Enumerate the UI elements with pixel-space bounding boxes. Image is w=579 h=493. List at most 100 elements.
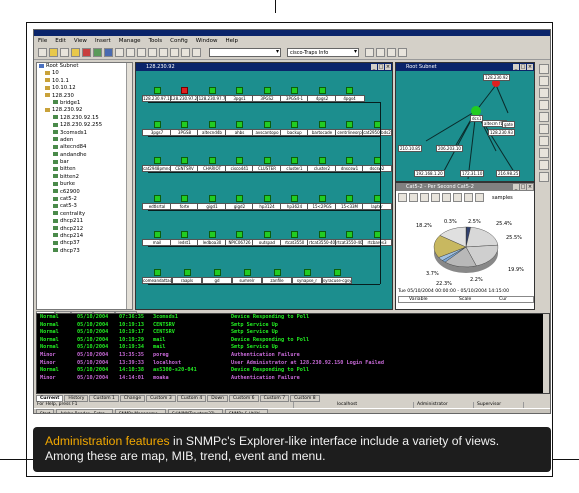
map-node[interactable]: NPIC06726 — [224, 231, 255, 247]
trend-pie-window[interactable]: Cat5-2 - Per Second Cat5-2 _ □ × samples… — [395, 182, 535, 310]
home-icon[interactable] — [192, 48, 201, 57]
tree-item[interactable]: bar — [37, 159, 132, 166]
tree-item[interactable]: bitten2 — [37, 174, 132, 181]
root-node-128-230-92[interactable]: 128.230.92 — [483, 74, 510, 81]
map-node[interactable]: cat2950-bds2 — [362, 121, 392, 137]
map-node[interactable]: 3PGS2 — [252, 87, 282, 103]
menu-item-manage[interactable]: Manage — [119, 38, 141, 44]
map-node[interactable]: 3PGS8 — [169, 121, 200, 137]
back-arrow-icon[interactable] — [159, 48, 168, 57]
map-node[interactable]: 128.230.97.190 — [142, 87, 172, 103]
node-icon[interactable] — [539, 112, 549, 122]
map-node[interactable]: ledboa30 — [197, 231, 227, 247]
tree-item[interactable]: bitten — [37, 166, 132, 173]
bar-chart-icon[interactable] — [442, 193, 451, 202]
event-tab[interactable]: Custom 7 — [259, 395, 290, 402]
paste-icon[interactable] — [137, 48, 146, 57]
zoom-out-icon[interactable] — [539, 76, 549, 86]
zoom-icon[interactable] — [148, 48, 157, 57]
event-tab[interactable]: Custom 4 — [176, 395, 207, 402]
link-icon[interactable] — [539, 100, 549, 110]
tree-item[interactable]: cat5-2 — [37, 196, 132, 203]
address-combo[interactable] — [209, 48, 281, 57]
print-icon[interactable] — [409, 193, 418, 202]
tree-item[interactable]: 3comsds1 — [37, 130, 132, 137]
copy-icon[interactable] — [126, 48, 135, 57]
tree-scrollbar[interactable] — [126, 63, 132, 309]
taskbar-button[interactable]: C:\WINNT\system32\... — [167, 409, 223, 413]
map-node[interactable]: rtcbares3 — [362, 231, 392, 247]
col-cur[interactable]: Cur — [499, 297, 529, 302]
map-node[interactable]: ahbs — [224, 121, 255, 137]
tree-item[interactable]: c62900 — [37, 189, 132, 196]
map-node[interactable]: cisco441 — [224, 157, 255, 173]
map-window[interactable]: 128.230.92 _ □ × 128.230.97.190 128.230.9… — [135, 62, 393, 310]
menu-item-window[interactable]: Window — [196, 38, 218, 44]
pie-chart-icon[interactable] — [431, 193, 440, 202]
root-node-206-203-10[interactable]: 206.203.10 — [436, 145, 463, 152]
image-icon[interactable] — [539, 148, 549, 158]
menu-item-edit[interactable]: Edit — [55, 38, 66, 44]
map-node[interactable]: gd — [202, 269, 232, 285]
menu-item-help[interactable]: Help — [225, 38, 238, 44]
tree-item[interactable]: dhcp214 — [37, 233, 132, 240]
map-node[interactable]: mail — [142, 231, 172, 247]
selection-tree[interactable]: Root Subnet 10 10.1.1 10.10.12 128.230 bridge… — [36, 62, 133, 310]
map-node[interactable]: zanfile — [262, 269, 292, 285]
menu-item-view[interactable]: View — [74, 38, 87, 44]
col-scale[interactable]: Scale — [459, 297, 499, 302]
subnet-icon[interactable] — [539, 124, 549, 134]
map-node[interactable]: raapls — [172, 269, 202, 285]
settings-icon[interactable] — [398, 48, 407, 57]
close-icon[interactable]: × — [527, 184, 533, 190]
select-icon[interactable] — [539, 88, 549, 98]
minimize-icon[interactable]: _ — [513, 184, 519, 190]
event-tab[interactable]: Custom 6 — [229, 395, 259, 402]
map-node[interactable]: gigd2 — [224, 195, 255, 211]
map-node[interactable]: 3pgs1 — [224, 87, 255, 103]
minimize-icon[interactable]: _ — [371, 64, 377, 70]
event-row[interactable]: Normal 05/10/2004 10:19:29 mail Device Respo… — [37, 337, 549, 345]
layout-icon[interactable] — [539, 172, 549, 182]
close-icon[interactable]: × — [385, 64, 391, 70]
menu-item-insert[interactable]: Insert — [95, 38, 111, 44]
event-tab[interactable]: Custom 1 — [89, 395, 119, 402]
tree-item[interactable]: dhcp212 — [37, 226, 132, 233]
tree-item[interactable]: 10 — [37, 70, 132, 77]
event-tab[interactable]: Current — [36, 395, 64, 402]
lock-icon[interactable] — [71, 48, 80, 57]
root-node-128-230-93[interactable]: 128.230.93 — [488, 129, 515, 136]
tree-item[interactable]: 10.1.1 — [37, 78, 132, 85]
tree-item[interactable]: dhcp37 — [37, 240, 132, 247]
up-icon[interactable] — [181, 48, 190, 57]
map-node[interactable]: rtcat3550-40 — [307, 231, 337, 247]
chart-type-icon[interactable] — [420, 193, 429, 202]
line-chart-icon[interactable] — [453, 193, 462, 202]
zoom-in-icon[interactable] — [539, 64, 549, 74]
menu-item-tools[interactable]: Tools — [149, 38, 163, 44]
tree-item[interactable]: andandhe — [37, 152, 132, 159]
map-node[interactable]: 128.230.97.7 — [197, 87, 227, 103]
tree-item[interactable]: aden — [37, 137, 132, 144]
tree-item[interactable]: 128.230.92.15 — [37, 115, 132, 122]
map-node[interactable]: dnscsw1 — [334, 157, 365, 173]
maximize-icon[interactable]: □ — [378, 64, 384, 70]
options-icon[interactable] — [475, 193, 484, 202]
map-node[interactable]: CHARIOT — [197, 157, 227, 173]
map-node[interactable]: syracuse-cgsyh7 — [322, 269, 352, 285]
discover-icon[interactable] — [104, 48, 113, 57]
map-icon[interactable] — [93, 48, 102, 57]
tree-item[interactable]: Root Subnet — [37, 63, 132, 70]
save-icon[interactable] — [60, 48, 69, 57]
event-row[interactable]: Normal 05/10/2004 10:19:34 mail Smtp Service… — [37, 344, 549, 352]
map-node[interactable]: backup — [279, 121, 310, 137]
maximize-icon[interactable]: □ — [520, 184, 526, 190]
details-icon[interactable] — [387, 48, 396, 57]
event-row[interactable]: Normal 05/10/2004 10:19:13 CENTSRV Smtp Serv… — [37, 322, 549, 330]
map-node[interactable]: 3PGS4-1 — [279, 87, 310, 103]
tree-item[interactable]: 128.230 — [37, 93, 132, 100]
grid-icon[interactable] — [365, 48, 374, 57]
event-row[interactable]: Minor 05/10/2004 13:39:33 localhost User Adm… — [37, 360, 549, 368]
map-node[interactable]: rtcat3550-40 — [334, 231, 365, 247]
tree-item[interactable]: 10.10.12 — [37, 85, 132, 92]
